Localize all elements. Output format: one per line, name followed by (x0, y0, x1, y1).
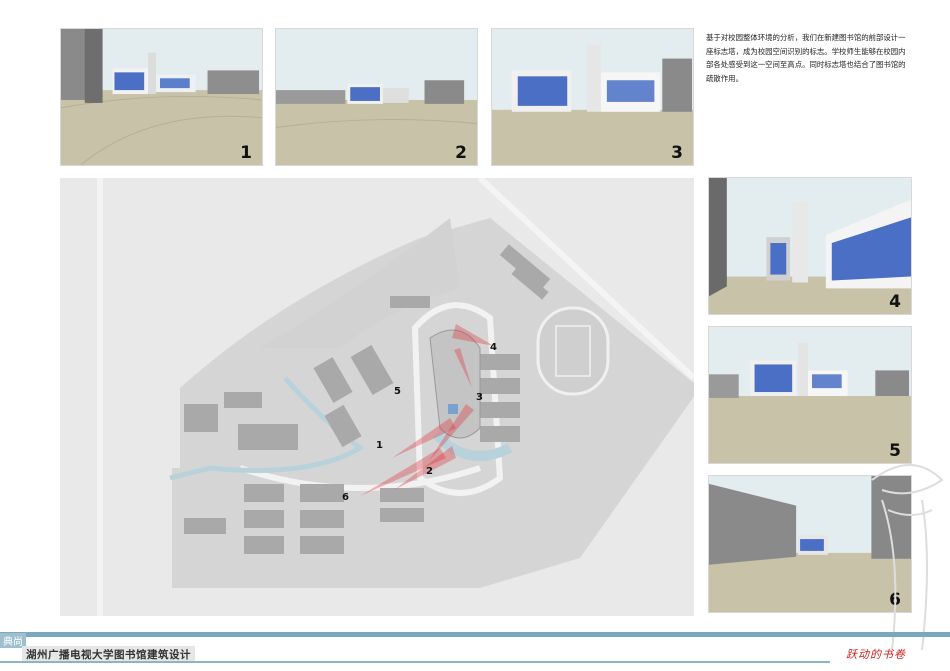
perspective-view-1: 1 (60, 28, 263, 166)
perspective-view-4: 4 (708, 177, 912, 315)
plan-marker-5: 5 (394, 386, 401, 397)
perspective-view-3: 3 (491, 28, 694, 166)
footer-slogan: 跃动的书卷 (846, 648, 906, 661)
design-description: 基于对校园整体环境的分析，我们在新建图书馆的前部设计一座标志塔，成为校园空间识别… (706, 33, 906, 83)
view-number-1: 1 (240, 143, 252, 163)
perspective-view-2: 2 (275, 28, 478, 166)
plan-marker-6: 6 (342, 492, 349, 503)
render-view-4 (709, 178, 911, 314)
plan-marker-2: 2 (426, 466, 433, 477)
view-number-3: 3 (671, 143, 683, 163)
plan-marker-3: 3 (476, 392, 483, 403)
site-plan-drawing (97, 178, 694, 616)
render-view-1 (61, 29, 262, 165)
plan-marker-4: 4 (490, 342, 497, 353)
footer-line (0, 661, 830, 663)
view-number-4: 4 (889, 292, 901, 312)
view-number-2: 2 (455, 143, 467, 163)
plan-marker-1: 1 (376, 440, 383, 451)
render-view-2 (276, 29, 477, 165)
decorative-sketch (871, 464, 944, 651)
render-view-3 (492, 29, 693, 165)
footer-band (0, 632, 950, 637)
campus-site-plan: 1 2 3 4 5 6 (60, 178, 694, 616)
